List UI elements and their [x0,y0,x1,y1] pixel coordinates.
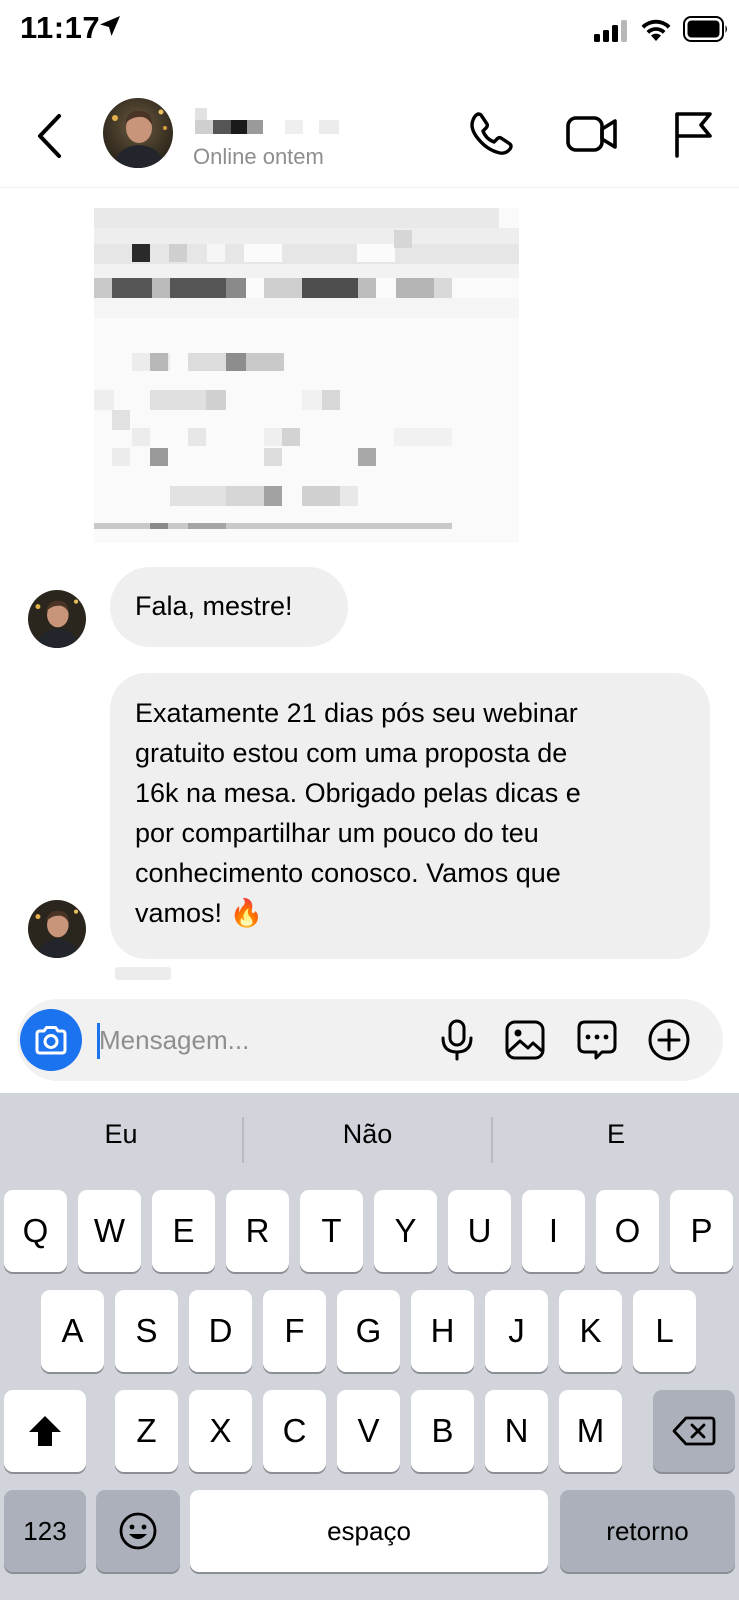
chevron-left-icon [38,114,61,158]
battery-icon [683,16,729,47]
flag-icon [675,112,712,158]
header-divider [0,187,739,188]
key-y[interactable]: Y [374,1190,437,1272]
suggestion-bar: Eu Não E [0,1093,739,1185]
emoji-icon [119,1512,157,1550]
return-key[interactable]: retorno [560,1490,735,1572]
key-j[interactable]: J [485,1290,548,1372]
key-c[interactable]: C [263,1390,326,1472]
key-e[interactable]: E [152,1190,215,1272]
key-f[interactable]: F [263,1290,326,1372]
contact-avatar[interactable] [103,98,173,168]
wifi-icon [640,16,672,47]
message-text: Fala, mestre! [135,591,293,621]
contact-name-redacted [195,108,345,134]
camera-button[interactable] [20,1009,82,1071]
message-composer [17,999,723,1081]
key-z[interactable]: Z [115,1390,178,1472]
key-k[interactable]: K [559,1290,622,1372]
key-q[interactable]: Q [4,1190,67,1272]
sticker-icon [577,1020,617,1060]
message-text: Exatamente 21 dias pós seu webinar gratu… [135,698,581,928]
key-a[interactable]: A [41,1290,104,1372]
sender-avatar[interactable] [28,900,86,958]
voice-message-button[interactable] [432,1015,482,1065]
key-d[interactable]: D [189,1290,252,1372]
audio-call-button[interactable] [465,108,517,160]
shift-key[interactable] [4,1390,86,1472]
sender-avatar[interactable] [28,590,86,648]
camera-icon [35,1026,67,1055]
chat-header: Online ontem [0,88,739,188]
suggestion-item[interactable]: Eu [0,1119,242,1150]
image-icon [505,1020,545,1060]
video-call-button[interactable] [564,108,620,160]
backspace-key[interactable] [653,1390,735,1472]
key-n[interactable]: N [485,1390,548,1472]
key-h[interactable]: H [411,1290,474,1372]
keyboard: Eu Não E Q W E R T Y U I O P A S D F G H… [0,1093,739,1600]
more-options-button[interactable] [644,1015,694,1065]
plus-circle-icon [648,1019,690,1061]
key-s[interactable]: S [115,1290,178,1372]
gallery-button[interactable] [500,1015,550,1065]
microphone-icon [441,1019,473,1061]
key-m[interactable]: M [559,1390,622,1472]
video-camera-icon [566,116,617,152]
key-p[interactable]: P [670,1190,733,1272]
key-r[interactable]: R [226,1190,289,1272]
back-button[interactable] [30,108,70,164]
redacted-shared-media[interactable] [94,208,519,543]
seen-indicator-redacted [115,967,171,980]
emoji-key[interactable] [96,1490,180,1572]
location-arrow-icon [98,14,122,43]
key-l[interactable]: L [633,1290,696,1372]
key-t[interactable]: T [300,1190,363,1272]
key-x[interactable]: X [189,1390,252,1472]
suggestion-item[interactable]: E [493,1119,739,1150]
report-button[interactable] [669,108,717,160]
phone-icon [470,112,513,155]
message-bubble[interactable]: Fala, mestre! [110,567,348,647]
status-time: 11:17 [20,10,101,45]
key-b[interactable]: B [411,1390,474,1472]
cellular-signal-icon [594,20,630,47]
key-v[interactable]: V [337,1390,400,1472]
status-bar: 11:17 [0,0,739,62]
key-u[interactable]: U [448,1190,511,1272]
space-key[interactable]: espaço [190,1490,548,1572]
key-i[interactable]: I [522,1190,585,1272]
shift-icon [29,1416,61,1446]
sticker-button[interactable] [572,1015,622,1065]
message-bubble[interactable]: Exatamente 21 dias pós seu webinar gratu… [110,673,710,959]
backspace-icon [672,1416,716,1446]
key-w[interactable]: W [78,1190,141,1272]
key-o[interactable]: O [596,1190,659,1272]
key-g[interactable]: G [337,1290,400,1372]
suggestion-item[interactable]: Não [244,1119,491,1150]
contact-online-status: Online ontem [193,144,324,169]
message-input[interactable] [99,1017,419,1063]
numbers-key[interactable]: 123 [4,1490,86,1572]
